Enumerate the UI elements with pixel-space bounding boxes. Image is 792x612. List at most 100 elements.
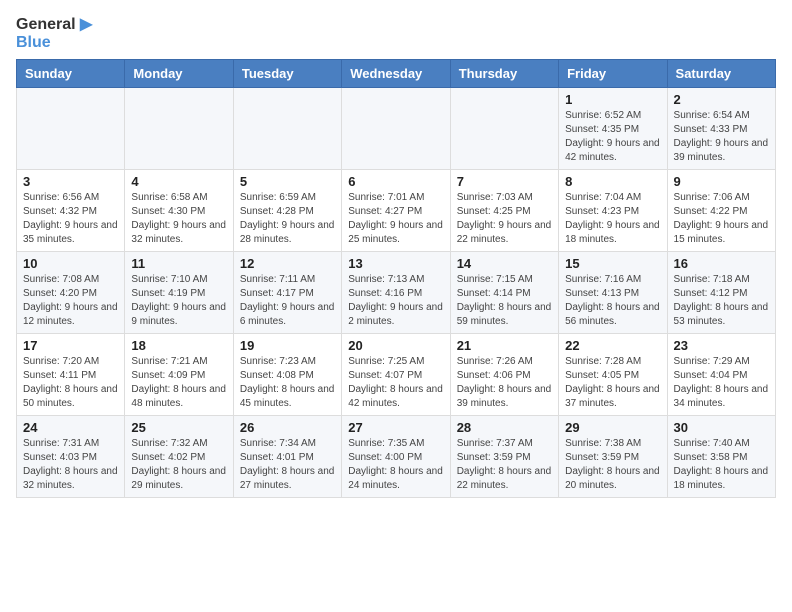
day-info: Sunrise: 7:29 AM Sunset: 4:04 PM Dayligh…: [674, 355, 769, 411]
day-info: Sunrise: 7:28 AM Sunset: 4:05 PM Dayligh…: [565, 355, 660, 411]
calendar-week-row: 10 Sunrise: 7:08 AM Sunset: 4:20 PM Dayli…: [17, 252, 776, 334]
day-number: 28: [457, 420, 552, 435]
day-info: Sunrise: 7:15 AM Sunset: 4:14 PM Dayligh…: [457, 273, 552, 329]
calendar-cell: [125, 88, 233, 170]
day-number: 5: [240, 174, 335, 189]
calendar-cell: 28 Sunrise: 7:37 AM Sunset: 3:59 PM Dayli…: [450, 416, 558, 498]
logo-text: General ▶ Blue: [16, 16, 92, 51]
day-number: 14: [457, 256, 552, 271]
calendar-cell: 20 Sunrise: 7:25 AM Sunset: 4:07 PM Dayli…: [342, 334, 450, 416]
day-number: 21: [457, 338, 552, 353]
day-info: Sunrise: 7:01 AM Sunset: 4:27 PM Dayligh…: [348, 191, 443, 247]
calendar-cell: 19Sunrise: 7:23 AM Sunset: 4:08 PM Dayli…: [233, 334, 341, 416]
calendar-cell: 27Sunrise: 7:35 AM Sunset: 4:00 PM Dayli…: [342, 416, 450, 498]
calendar-header-tuesday: Tuesday: [233, 60, 341, 88]
calendar-cell: 16Sunrise: 7:18 AM Sunset: 4:12 PM Dayli…: [667, 252, 775, 334]
day-info: Sunrise: 7:06 AM Sunset: 4:22 PM Dayligh…: [674, 191, 769, 247]
day-number: 2: [674, 92, 769, 107]
calendar-cell: 1 Sunrise: 6:52 AM Sunset: 4:35 PM Daylig…: [559, 88, 667, 170]
day-number: 3: [23, 174, 118, 189]
calendar-week-row: 17 Sunrise: 7:20 AM Sunset: 4:11 PM Dayli…: [17, 334, 776, 416]
calendar-cell: 29 Sunrise: 7:38 AM Sunset: 3:59 PM Dayli…: [559, 416, 667, 498]
day-info: Sunrise: 7:40 AM Sunset: 3:58 PM Dayligh…: [674, 437, 769, 493]
calendar-header-row: SundayMondayTuesdayWednesdayThursdayFrid…: [17, 60, 776, 88]
day-info: Sunrise: 7:10 AM Sunset: 4:19 PM Dayligh…: [131, 273, 226, 329]
day-info: Sunrise: 6:59 AM Sunset: 4:28 PM Dayligh…: [240, 191, 335, 247]
day-info: Sunrise: 7:26 AM Sunset: 4:06 PM Dayligh…: [457, 355, 552, 411]
calendar-cell: 10 Sunrise: 7:08 AM Sunset: 4:20 PM Dayli…: [17, 252, 125, 334]
day-info: Sunrise: 7:32 AM Sunset: 4:02 PM Dayligh…: [131, 437, 226, 493]
calendar-cell: 24 Sunrise: 7:31 AM Sunset: 4:03 PM Dayli…: [17, 416, 125, 498]
calendar-header-saturday: Saturday: [667, 60, 775, 88]
calendar-cell: 8Sunrise: 7:04 AM Sunset: 4:23 PM Daylig…: [559, 170, 667, 252]
calendar-week-row: 24 Sunrise: 7:31 AM Sunset: 4:03 PM Dayli…: [17, 416, 776, 498]
day-number: 19: [240, 338, 335, 353]
calendar-cell: 3 Sunrise: 6:56 AM Sunset: 4:32 PM Daylig…: [17, 170, 125, 252]
day-number: 4: [131, 174, 226, 189]
calendar-cell: 6 Sunrise: 7:01 AM Sunset: 4:27 PM Daylig…: [342, 170, 450, 252]
calendar-cell: 9 Sunrise: 7:06 AM Sunset: 4:22 PM Daylig…: [667, 170, 775, 252]
calendar-cell: 18 Sunrise: 7:21 AM Sunset: 4:09 PM Dayli…: [125, 334, 233, 416]
day-number: 17: [23, 338, 118, 353]
day-number: 30: [674, 420, 769, 435]
day-info: Sunrise: 7:34 AM Sunset: 4:01 PM Dayligh…: [240, 437, 335, 493]
day-info: Sunrise: 7:25 AM Sunset: 4:07 PM Dayligh…: [348, 355, 443, 411]
calendar-cell: 4 Sunrise: 6:58 AM Sunset: 4:30 PM Daylig…: [125, 170, 233, 252]
calendar-cell: 7 Sunrise: 7:03 AM Sunset: 4:25 PM Daylig…: [450, 170, 558, 252]
calendar-week-row: 1 Sunrise: 6:52 AM Sunset: 4:35 PM Daylig…: [17, 88, 776, 170]
day-number: 9: [674, 174, 769, 189]
calendar-cell: [450, 88, 558, 170]
calendar-cell: 30 Sunrise: 7:40 AM Sunset: 3:58 PM Dayli…: [667, 416, 775, 498]
calendar-week-row: 3 Sunrise: 6:56 AM Sunset: 4:32 PM Daylig…: [17, 170, 776, 252]
day-info: Sunrise: 6:58 AM Sunset: 4:30 PM Dayligh…: [131, 191, 226, 247]
day-info: Sunrise: 6:54 AM Sunset: 4:33 PM Dayligh…: [674, 109, 769, 165]
day-number: 27: [348, 420, 443, 435]
page-header: General ▶ Blue: [16, 16, 776, 51]
day-number: 24: [23, 420, 118, 435]
calendar-cell: 22 Sunrise: 7:28 AM Sunset: 4:05 PM Dayli…: [559, 334, 667, 416]
day-info: Sunrise: 7:38 AM Sunset: 3:59 PM Dayligh…: [565, 437, 660, 493]
calendar-header-sunday: Sunday: [17, 60, 125, 88]
calendar-cell: [17, 88, 125, 170]
day-info: Sunrise: 7:03 AM Sunset: 4:25 PM Dayligh…: [457, 191, 552, 247]
day-number: 20: [348, 338, 443, 353]
calendar-header-monday: Monday: [125, 60, 233, 88]
calendar-cell: 15 Sunrise: 7:16 AM Sunset: 4:13 PM Dayli…: [559, 252, 667, 334]
day-info: Sunrise: 7:21 AM Sunset: 4:09 PM Dayligh…: [131, 355, 226, 411]
calendar-cell: 12 Sunrise: 7:11 AM Sunset: 4:17 PM Dayli…: [233, 252, 341, 334]
day-info: Sunrise: 7:18 AM Sunset: 4:12 PM Dayligh…: [674, 273, 769, 329]
calendar-table: SundayMondayTuesdayWednesdayThursdayFrid…: [16, 59, 776, 498]
calendar-cell: 23 Sunrise: 7:29 AM Sunset: 4:04 PM Dayli…: [667, 334, 775, 416]
calendar-cell: [233, 88, 341, 170]
day-info: Sunrise: 6:52 AM Sunset: 4:35 PM Dayligh…: [565, 109, 660, 165]
day-info: Sunrise: 7:11 AM Sunset: 4:17 PM Dayligh…: [240, 273, 335, 329]
day-number: 26: [240, 420, 335, 435]
day-info: Sunrise: 6:56 AM Sunset: 4:32 PM Dayligh…: [23, 191, 118, 247]
day-info: Sunrise: 7:31 AM Sunset: 4:03 PM Dayligh…: [23, 437, 118, 493]
day-info: Sunrise: 7:37 AM Sunset: 3:59 PM Dayligh…: [457, 437, 552, 493]
calendar-cell: 5 Sunrise: 6:59 AM Sunset: 4:28 PM Daylig…: [233, 170, 341, 252]
calendar-header-friday: Friday: [559, 60, 667, 88]
day-info: Sunrise: 7:08 AM Sunset: 4:20 PM Dayligh…: [23, 273, 118, 329]
day-number: 15: [565, 256, 660, 271]
calendar-cell: 17 Sunrise: 7:20 AM Sunset: 4:11 PM Dayli…: [17, 334, 125, 416]
day-number: 12: [240, 256, 335, 271]
day-number: 29: [565, 420, 660, 435]
day-number: 22: [565, 338, 660, 353]
calendar-cell: 25 Sunrise: 7:32 AM Sunset: 4:02 PM Dayli…: [125, 416, 233, 498]
day-number: 7: [457, 174, 552, 189]
calendar-cell: 21 Sunrise: 7:26 AM Sunset: 4:06 PM Dayli…: [450, 334, 558, 416]
day-number: 10: [23, 256, 118, 271]
calendar-cell: [342, 88, 450, 170]
day-info: Sunrise: 7:16 AM Sunset: 4:13 PM Dayligh…: [565, 273, 660, 329]
day-info: Sunrise: 7:20 AM Sunset: 4:11 PM Dayligh…: [23, 355, 118, 411]
calendar-cell: 14 Sunrise: 7:15 AM Sunset: 4:14 PM Dayli…: [450, 252, 558, 334]
day-number: 6: [348, 174, 443, 189]
day-number: 18: [131, 338, 226, 353]
day-number: 23: [674, 338, 769, 353]
calendar-header-thursday: Thursday: [450, 60, 558, 88]
day-number: 1: [565, 92, 660, 107]
day-number: 11: [131, 256, 226, 271]
day-info: Sunrise: 7:04 AM Sunset: 4:23 PM Dayligh…: [565, 191, 660, 247]
day-number: 25: [131, 420, 226, 435]
